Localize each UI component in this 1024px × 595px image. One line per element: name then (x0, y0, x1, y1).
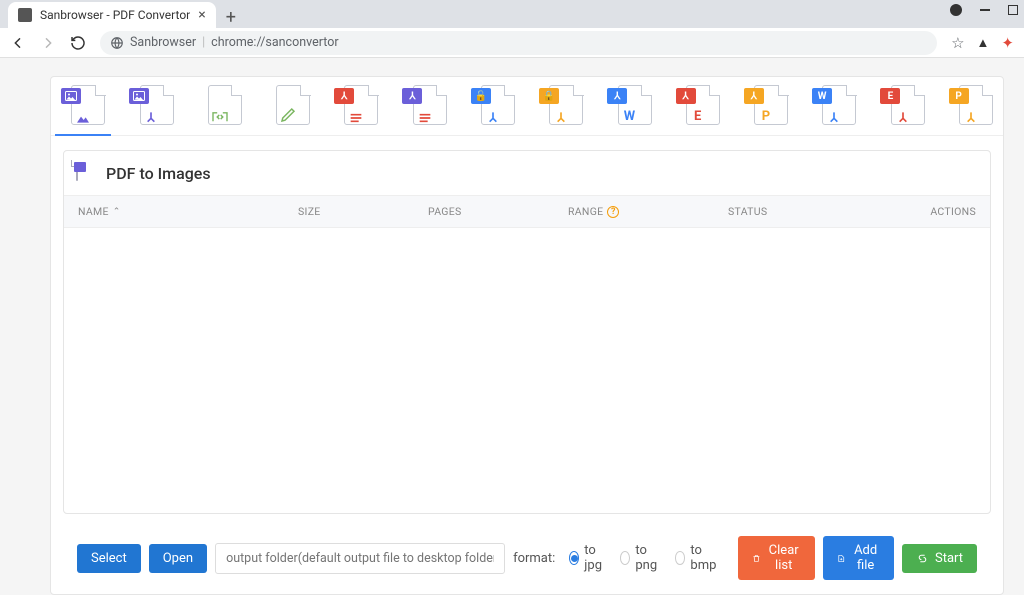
table-header: NAME⌃ SIZE PAGES RANGE? STATUS ACTIONS (64, 195, 990, 228)
browser-toolbar: Sanbrowser | chrome://sanconvertor ☆ ▲ ✦ (0, 28, 1024, 58)
new-tab-button[interactable]: + (216, 7, 246, 28)
sub-glyph-icon: W (624, 109, 635, 124)
tool-pdf-to-text[interactable]: ⅄ (402, 85, 446, 127)
back-button[interactable] (10, 35, 26, 51)
account-icon[interactable] (950, 4, 962, 16)
table-body-empty (64, 228, 990, 513)
tool-merge-pdf[interactable] (266, 85, 310, 127)
minimize-icon[interactable] (980, 9, 990, 11)
tool-lock-pdf[interactable]: 🔒 (539, 85, 583, 127)
add-file-button[interactable]: Add file (823, 536, 894, 580)
badge-icon: ⅄ (744, 88, 764, 104)
bookmark-icon[interactable]: ☆ (951, 34, 964, 52)
reload-button[interactable] (70, 35, 86, 51)
sub-glyph-icon (348, 112, 364, 124)
badge-icon: E (880, 88, 900, 104)
badge-icon: ⅄ (334, 88, 354, 104)
badge-icon: ⅄ (402, 88, 422, 104)
output-folder-field[interactable] (215, 543, 505, 574)
tool-compress-pdf[interactable]: ⅄ (334, 85, 378, 127)
sub-glyph-icon (279, 106, 297, 124)
start-button[interactable]: Start (902, 544, 977, 573)
badge-icon: 🔒 (539, 88, 559, 104)
sub-glyph-icon (75, 112, 91, 124)
panel-title: PDF to Images (106, 164, 211, 183)
output-folder-input[interactable] (215, 543, 505, 574)
footer-bar: Select Open format: to jpg to png to bmp… (63, 526, 991, 594)
address-site: Sanbrowser (130, 35, 196, 50)
app-card: ⅄⅄🔓🔒⅄W⅄E⅄PWEP PDF to Images NAME⌃ SIZE P… (50, 76, 1004, 595)
badge-icon (61, 88, 81, 104)
tab-title: Sanbrowser - PDF Convertor (40, 8, 190, 22)
tool-pdf-to-word[interactable]: ⅄W (607, 85, 651, 127)
tool-selector-row: ⅄⅄🔓🔒⅄W⅄E⅄PWEP (51, 77, 1003, 136)
sub-glyph-icon (826, 110, 842, 124)
sort-caret-icon: ⌃ (113, 207, 121, 217)
conversion-panel: PDF to Images NAME⌃ SIZE PAGES RANGE? ST… (63, 150, 991, 514)
browser-tab[interactable]: Sanbrowser - PDF Convertor × (8, 2, 216, 28)
tool-split-pdf[interactable] (198, 85, 242, 127)
col-name[interactable]: NAME⌃ (78, 205, 298, 218)
tool-word-to-pdf[interactable]: W (812, 85, 856, 127)
window-controls (950, 4, 1018, 16)
extension-icon-1[interactable]: ▲ (977, 35, 990, 51)
col-size[interactable]: SIZE (298, 205, 428, 218)
tool-excel-to-pdf[interactable]: E (880, 85, 924, 127)
col-status[interactable]: STATUS (728, 205, 898, 218)
forward-button[interactable] (40, 35, 56, 51)
format-group: format: to jpg to png to bmp (513, 543, 720, 573)
badge-icon: P (949, 88, 969, 104)
tool-images-to-pdf[interactable] (129, 85, 173, 127)
sub-glyph-icon (143, 110, 159, 124)
panel-header: PDF to Images (64, 151, 990, 195)
col-range[interactable]: RANGE? (568, 205, 728, 218)
open-button[interactable]: Open (149, 544, 207, 573)
sub-glyph-icon (485, 110, 501, 124)
sub-glyph-icon (553, 110, 569, 124)
select-button[interactable]: Select (77, 544, 141, 573)
badge-icon: ⅄ (607, 88, 627, 104)
format-label: format: (513, 551, 555, 566)
sub-glyph-icon (210, 110, 230, 124)
col-pages[interactable]: PAGES (428, 205, 568, 218)
maximize-icon[interactable] (1008, 5, 1018, 15)
sub-glyph-icon (895, 110, 911, 124)
address-url: chrome://sanconvertor (211, 35, 338, 50)
browser-tab-strip: Sanbrowser - PDF Convertor × + (0, 0, 1024, 28)
sub-glyph-icon (417, 112, 433, 124)
radio-to-png[interactable]: to png (620, 543, 661, 573)
tool-pdf-to-ppt[interactable]: ⅄P (744, 85, 788, 127)
badge-icon: W (812, 88, 832, 104)
col-actions: ACTIONS (898, 205, 976, 218)
tool-pdf-to-excel[interactable]: ⅄E (676, 85, 720, 127)
clear-list-button[interactable]: Clear list (738, 536, 815, 580)
sub-glyph-icon (963, 110, 979, 124)
tab-favicon (18, 8, 32, 22)
tool-unlock-pdf[interactable]: 🔓 (471, 85, 515, 127)
help-icon[interactable]: ? (607, 206, 619, 218)
tab-close-icon[interactable]: × (198, 7, 205, 23)
badge-icon (129, 88, 149, 104)
radio-to-bmp[interactable]: to bmp (675, 543, 720, 573)
radio-to-jpg[interactable]: to jpg (569, 543, 606, 573)
extension-icon-2[interactable]: ✦ (1001, 34, 1014, 52)
badge-icon: ⅄ (676, 88, 696, 104)
badge-icon: 🔓 (471, 88, 491, 104)
panel-header-icon (76, 161, 96, 185)
sub-glyph-icon: E (694, 109, 701, 124)
tool-pdf-to-images[interactable] (61, 85, 105, 127)
tool-ppt-to-pdf[interactable]: P (949, 85, 993, 127)
address-bar[interactable]: Sanbrowser | chrome://sanconvertor (100, 31, 937, 55)
sub-glyph-icon: P (762, 109, 770, 124)
